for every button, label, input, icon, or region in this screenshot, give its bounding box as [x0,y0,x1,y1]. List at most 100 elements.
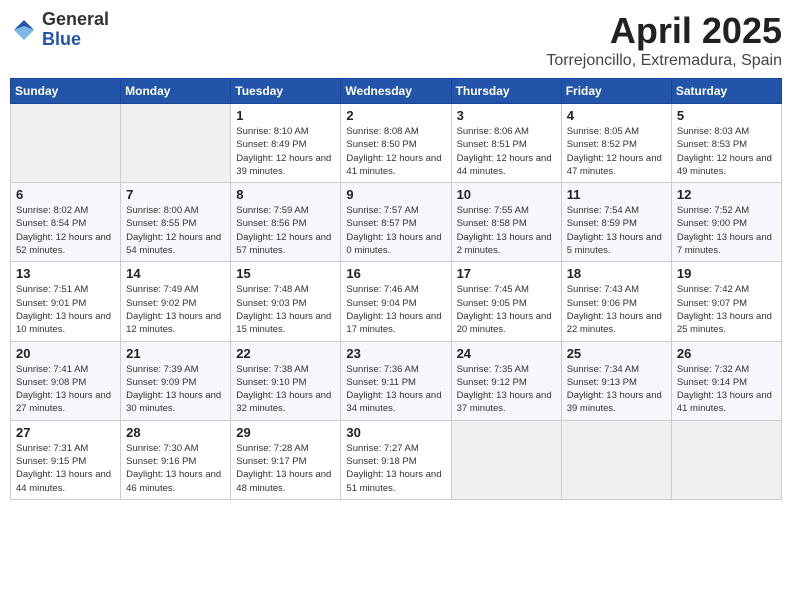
daylight-text: Daylight: 13 hours and 32 minutes. [236,389,335,416]
calendar-body: 1Sunrise: 8:10 AMSunset: 8:49 PMDaylight… [11,104,782,500]
sunrise-text: Sunrise: 8:02 AM [16,204,115,217]
sunset-text: Sunset: 8:50 PM [346,138,445,151]
sunset-text: Sunset: 9:07 PM [677,297,776,310]
daylight-text: Daylight: 12 hours and 47 minutes. [567,152,666,179]
sunset-text: Sunset: 9:02 PM [126,297,225,310]
day-cell: 29Sunrise: 7:28 AMSunset: 9:17 PMDayligh… [231,420,341,499]
sunset-text: Sunset: 9:12 PM [457,376,556,389]
sunrise-text: Sunrise: 7:55 AM [457,204,556,217]
sunrise-text: Sunrise: 7:41 AM [16,363,115,376]
calendar-header: SundayMondayTuesdayWednesdayThursdayFrid… [11,79,782,104]
day-info: Sunrise: 8:03 AMSunset: 8:53 PMDaylight:… [677,125,776,178]
day-info: Sunrise: 7:41 AMSunset: 9:08 PMDaylight:… [16,363,115,416]
day-cell: 13Sunrise: 7:51 AMSunset: 9:01 PMDayligh… [11,262,121,341]
sunset-text: Sunset: 9:15 PM [16,455,115,468]
daylight-text: Daylight: 13 hours and 39 minutes. [567,389,666,416]
day-info: Sunrise: 7:49 AMSunset: 9:02 PMDaylight:… [126,283,225,336]
day-info: Sunrise: 7:27 AMSunset: 9:18 PMDaylight:… [346,442,445,495]
day-number: 4 [567,108,666,123]
weekday-tuesday: Tuesday [231,79,341,104]
sunrise-text: Sunrise: 7:59 AM [236,204,335,217]
day-cell: 14Sunrise: 7:49 AMSunset: 9:02 PMDayligh… [121,262,231,341]
week-row-2: 6Sunrise: 8:02 AMSunset: 8:54 PMDaylight… [11,183,782,262]
daylight-text: Daylight: 13 hours and 17 minutes. [346,310,445,337]
day-cell: 7 Sunrise: 8:00 AMSunset: 8:55 PMDaylight… [121,183,231,262]
daylight-text: Daylight: 13 hours and 22 minutes. [567,310,666,337]
location-title: Torrejoncillo, Extremadura, Spain [546,52,782,70]
day-info: Sunrise: 7:54 AMSunset: 8:59 PMDaylight:… [567,204,666,257]
day-number: 18 [567,266,666,281]
daylight-text: Daylight: 12 hours and 52 minutes. [16,231,115,258]
sunset-text: Sunset: 8:53 PM [677,138,776,151]
sunset-text: Sunset: 8:52 PM [567,138,666,151]
daylight-text: Daylight: 13 hours and 48 minutes. [236,468,335,495]
day-info: Sunrise: 7:45 AMSunset: 9:05 PMDaylight:… [457,283,556,336]
day-cell: 24Sunrise: 7:35 AMSunset: 9:12 PMDayligh… [451,341,561,420]
sunset-text: Sunset: 9:11 PM [346,376,445,389]
sunset-text: Sunset: 9:09 PM [126,376,225,389]
daylight-text: Daylight: 13 hours and 34 minutes. [346,389,445,416]
day-number: 15 [236,266,335,281]
day-cell: 22Sunrise: 7:38 AMSunset: 9:10 PMDayligh… [231,341,341,420]
daylight-text: Daylight: 12 hours and 44 minutes. [457,152,556,179]
month-title: April 2025 [546,10,782,52]
day-info: Sunrise: 7:51 AMSunset: 9:01 PMDaylight:… [16,283,115,336]
sunrise-text: Sunrise: 7:30 AM [126,442,225,455]
sunset-text: Sunset: 9:14 PM [677,376,776,389]
day-number: 5 [677,108,776,123]
day-cell [561,420,671,499]
day-cell [11,104,121,183]
daylight-text: Daylight: 13 hours and 37 minutes. [457,389,556,416]
sunrise-text: Sunrise: 7:49 AM [126,283,225,296]
sunset-text: Sunset: 8:58 PM [457,217,556,230]
day-number: 6 [16,187,115,202]
day-info: Sunrise: 7:59 AMSunset: 8:56 PMDaylight:… [236,204,335,257]
header: General Blue April 2025 Torrejoncillo, E… [10,10,782,70]
day-number: 3 [457,108,556,123]
weekday-saturday: Saturday [671,79,781,104]
sunset-text: Sunset: 9:16 PM [126,455,225,468]
sunset-text: Sunset: 9:05 PM [457,297,556,310]
day-number: 17 [457,266,556,281]
logo: General Blue [10,10,109,50]
daylight-text: Daylight: 13 hours and 44 minutes. [16,468,115,495]
day-number: 29 [236,425,335,440]
daylight-text: Daylight: 13 hours and 7 minutes. [677,231,776,258]
sunset-text: Sunset: 8:57 PM [346,217,445,230]
day-number: 12 [677,187,776,202]
day-number: 8 [236,187,335,202]
weekday-header-row: SundayMondayTuesdayWednesdayThursdayFrid… [11,79,782,104]
day-cell: 10Sunrise: 7:55 AMSunset: 8:58 PMDayligh… [451,183,561,262]
sunset-text: Sunset: 9:01 PM [16,297,115,310]
day-cell: 20 Sunrise: 7:41 AMSunset: 9:08 PMDayligh… [11,341,121,420]
day-info: Sunrise: 8:06 AMSunset: 8:51 PMDaylight:… [457,125,556,178]
sunrise-text: Sunrise: 8:00 AM [126,204,225,217]
day-cell: 3 Sunrise: 8:06 AMSunset: 8:51 PMDaylight… [451,104,561,183]
day-info: Sunrise: 7:46 AMSunset: 9:04 PMDaylight:… [346,283,445,336]
sunrise-text: Sunrise: 8:08 AM [346,125,445,138]
day-number: 23 [346,346,445,361]
day-info: Sunrise: 7:42 AMSunset: 9:07 PMDaylight:… [677,283,776,336]
logo-general-label: General [42,10,109,30]
sunrise-text: Sunrise: 7:32 AM [677,363,776,376]
week-row-1: 1Sunrise: 8:10 AMSunset: 8:49 PMDaylight… [11,104,782,183]
day-cell [451,420,561,499]
day-number: 20 [16,346,115,361]
sunset-text: Sunset: 8:56 PM [236,217,335,230]
day-number: 9 [346,187,445,202]
day-number: 28 [126,425,225,440]
week-row-5: 27Sunrise: 7:31 AMSunset: 9:15 PMDayligh… [11,420,782,499]
day-info: Sunrise: 8:00 AMSunset: 8:55 PMDaylight:… [126,204,225,257]
day-cell: 9Sunrise: 7:57 AMSunset: 8:57 PMDaylight… [341,183,451,262]
day-number: 24 [457,346,556,361]
day-info: Sunrise: 7:48 AMSunset: 9:03 PMDaylight:… [236,283,335,336]
day-cell: 19Sunrise: 7:42 AMSunset: 9:07 PMDayligh… [671,262,781,341]
day-cell: 25Sunrise: 7:34 AMSunset: 9:13 PMDayligh… [561,341,671,420]
day-number: 7 [126,187,225,202]
sunset-text: Sunset: 9:00 PM [677,217,776,230]
week-row-3: 13Sunrise: 7:51 AMSunset: 9:01 PMDayligh… [11,262,782,341]
weekday-sunday: Sunday [11,79,121,104]
day-info: Sunrise: 7:34 AMSunset: 9:13 PMDaylight:… [567,363,666,416]
day-info: Sunrise: 7:32 AMSunset: 9:14 PMDaylight:… [677,363,776,416]
sunset-text: Sunset: 9:10 PM [236,376,335,389]
